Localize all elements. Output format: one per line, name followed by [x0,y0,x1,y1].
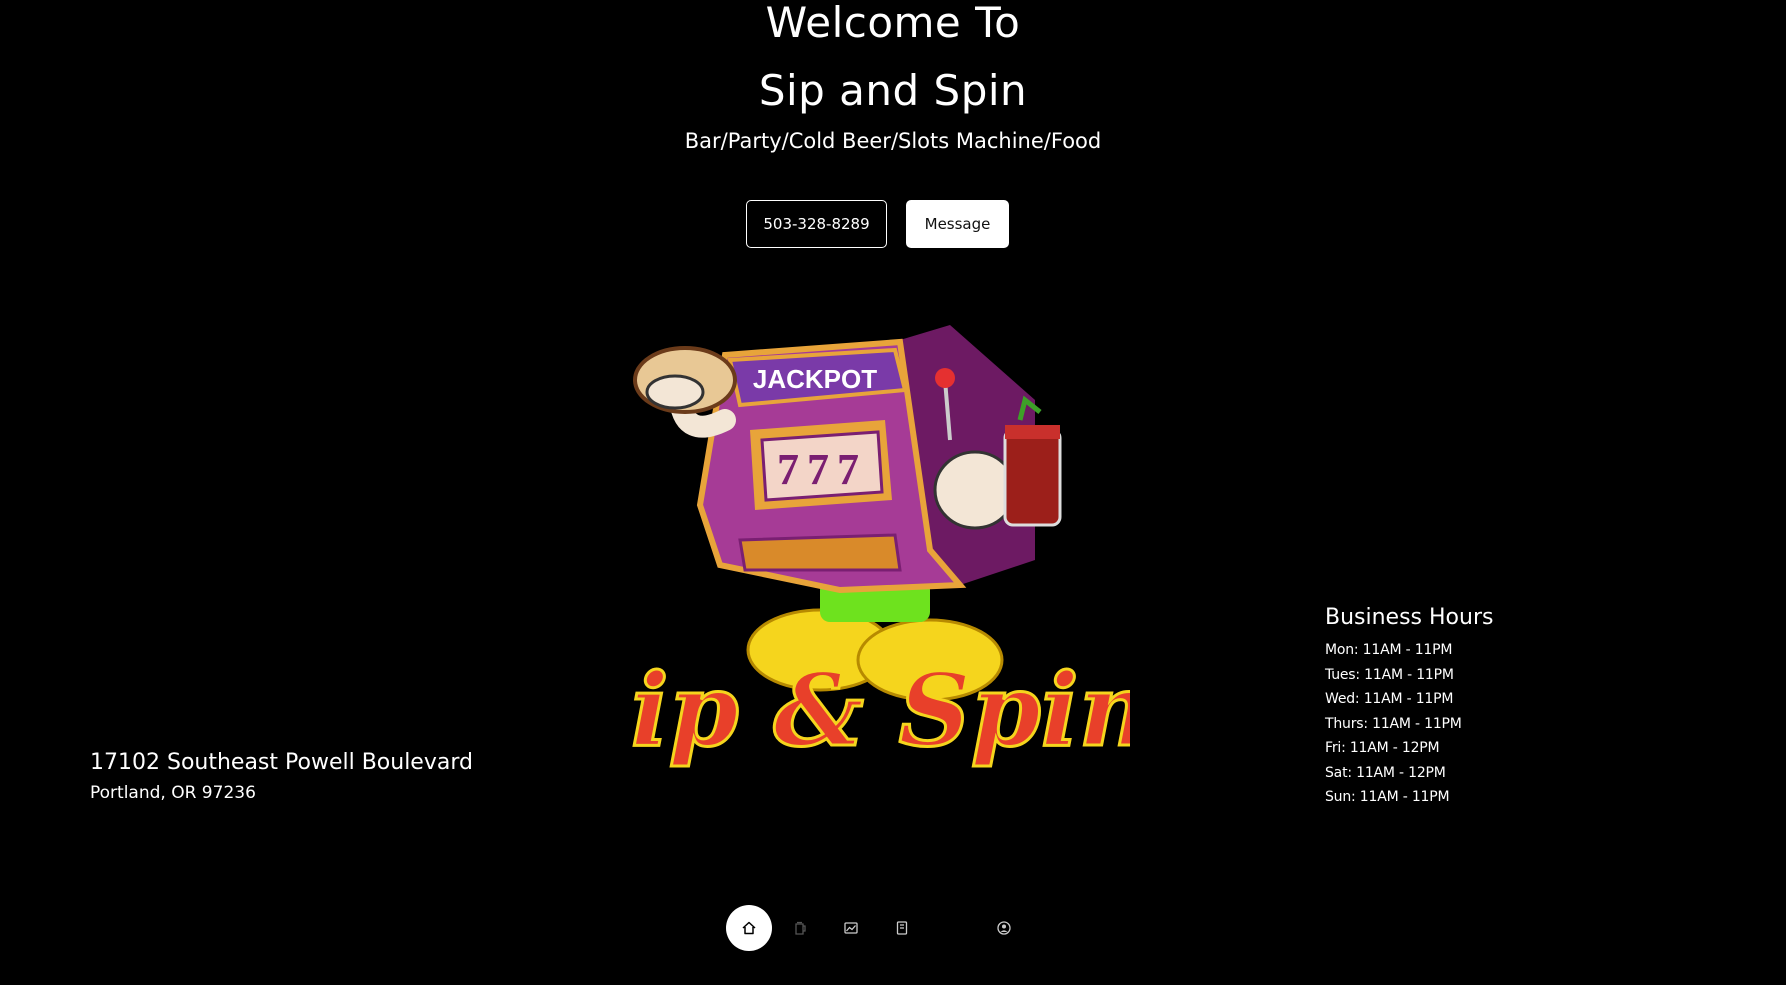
beer-icon [795,921,806,935]
bottom-nav [726,905,1026,953]
address-block: 17102 Southeast Powell Boulevard Portlan… [90,748,473,803]
business-hours-heading: Business Hours [1325,605,1494,630]
user-circle-icon [997,921,1011,935]
hero-title-line2: Sip and Spin [758,66,1028,115]
phone-button[interactable]: 503-328-8289 [746,200,887,248]
chart-image-icon [844,922,858,934]
hours-row: Mon: 11AM - 11PM [1325,642,1453,658]
page: Welcome To Sip and Spin Bar/Party/Cold B… [0,0,1786,985]
menu-book-icon [896,921,908,935]
nav-menu[interactable] [879,905,925,951]
logo-marquee-text: JACKPOT [753,364,877,394]
address-street: 17102 Southeast Powell Boulevard [90,750,473,775]
sip-and-spin-logo: JACKPOT 777 Sip & Spin [630,325,1130,771]
address-city: Portland, OR 97236 [90,783,256,803]
home-icon [742,921,756,935]
nav-home[interactable] [726,905,772,951]
hours-row: Fri: 11AM - 12PM [1325,740,1440,756]
hours-row: Wed: 11AM - 11PM [1325,691,1454,707]
hours-row: Thurs: 11AM - 11PM [1325,715,1462,732]
nav-account[interactable] [981,905,1027,951]
logo-reels-text: 777 [777,445,867,494]
hours-row: Sun: 11AM - 11PM [1325,789,1450,805]
tagline: Bar/Party/Cold Beer/Slots Machine/Food [684,129,1102,153]
nav-gallery[interactable] [828,905,874,951]
message-button[interactable]: Message [906,200,1009,248]
hours-row: Tues: 11AM - 11PM [1325,666,1454,683]
business-hours: Business Hours Mon: 11AM - 11PM Tues: 11… [1325,605,1493,810]
hours-row: Sat: 11AM - 12PM [1325,764,1446,781]
hero-title-line1: Welcome To [765,0,1021,47]
logo-wordmark: Sip & Spin [630,651,1130,769]
nav-drinks[interactable] [777,905,823,951]
hours-list: Mon: 11AM - 11PM Tues: 11AM - 11PM Wed: … [1325,638,1493,810]
